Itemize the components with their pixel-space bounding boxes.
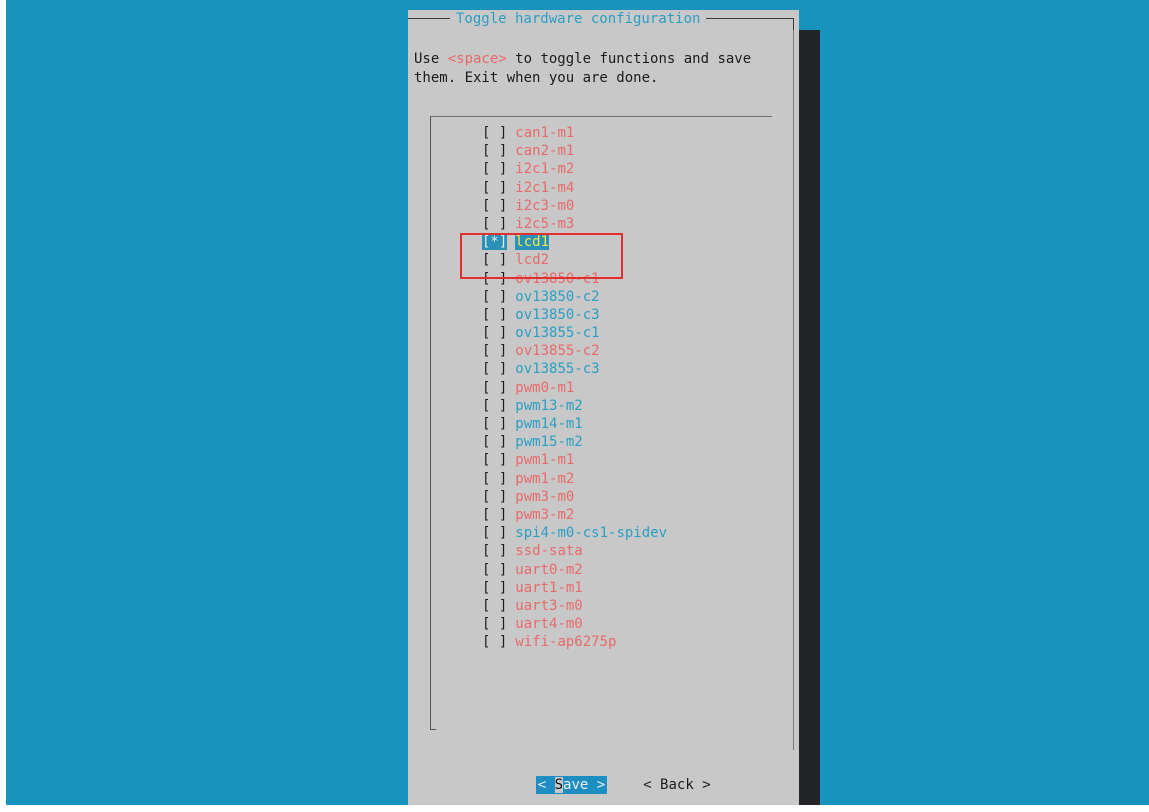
checklist-item-pwm15-m2[interactable]: [ ] pwm15-m2: [482, 433, 667, 451]
list-bottom-corner: [430, 729, 436, 730]
instruction-text: Use <space> to toggle functions and save…: [414, 50, 794, 88]
checkbox[interactable]: [ ]: [482, 489, 507, 505]
checkbox[interactable]: [ ]: [482, 616, 507, 632]
save-close-bracket: >: [596, 777, 606, 793]
checklist-item-ssd-sata[interactable]: [ ] ssd-sata: [482, 542, 667, 560]
checkbox[interactable]: [ ]: [482, 198, 507, 214]
checkbox[interactable]: [ ]: [482, 525, 507, 541]
save-button[interactable]: < Save >: [535, 776, 608, 794]
checkbox[interactable]: [ ]: [482, 452, 507, 468]
hardware-checklist: [ ] can1-m1 [ ] can2-m1 [ ] i2c1-m2 [ ] i2c1-m4…: [482, 124, 667, 651]
checklist-item-ov13855-c1[interactable]: [ ] ov13855-c1: [482, 324, 667, 342]
item-label: can1-m1: [515, 125, 575, 141]
item-label: i2c3-m0: [515, 197, 575, 214]
dialog-corner: [793, 18, 794, 30]
item-label: uart3-m0: [515, 597, 583, 614]
checkbox[interactable]: [ ]: [482, 471, 507, 487]
checklist-item-ov13855-c2[interactable]: [ ] ov13855-c2: [482, 342, 667, 360]
checkbox[interactable]: [ ]: [482, 380, 507, 396]
checklist-item-uart4-m0[interactable]: [ ] uart4-m0: [482, 615, 667, 633]
list-left-border: [430, 116, 431, 730]
item-label: pwm3-m2: [515, 506, 575, 523]
checkbox[interactable]: [ ]: [482, 343, 507, 359]
save-open-bracket: <: [537, 777, 547, 793]
item-label: pwm15-m2: [515, 434, 583, 451]
checklist-item-uart1-m1[interactable]: [ ] uart1-m1: [482, 579, 667, 597]
checklist-item-ov13850-c3[interactable]: [ ] ov13850-c3: [482, 306, 667, 324]
checklist-item-i2c1-m2[interactable]: [ ] i2c1-m2: [482, 160, 667, 178]
item-label: pwm14-m1: [515, 416, 583, 432]
item-label: uart1-m1: [515, 579, 583, 596]
item-label: ov13855-c1: [515, 325, 600, 342]
checkbox[interactable]: [ ]: [482, 180, 507, 196]
checkbox[interactable]: [ ]: [482, 634, 507, 650]
checklist-item-pwm1-m1[interactable]: [ ] pwm1-m1: [482, 451, 667, 469]
dialog-right-edge: [793, 30, 794, 750]
checkbox[interactable]: [ ]: [482, 325, 507, 341]
checklist-item-pwm0-m1[interactable]: [ ] pwm0-m1: [482, 379, 667, 397]
item-label: uart0-m2: [515, 561, 583, 578]
dialog-buttons: < Save > < Back >: [502, 758, 711, 812]
checkbox[interactable]: [ ]: [482, 598, 507, 614]
instruction-start: Use: [414, 51, 448, 67]
checklist-item-pwm3-m2[interactable]: [ ] pwm3-m2: [482, 506, 667, 524]
checkbox[interactable]: [ ]: [482, 289, 507, 305]
item-label: i2c5-m3: [515, 215, 575, 232]
checklist-item-pwm14-m1[interactable]: [ ] pwm14-m1: [482, 415, 667, 433]
checklist-item-uart3-m0[interactable]: [ ] uart3-m0: [482, 597, 667, 615]
checklist-item-wifi-ap6275p[interactable]: [ ] wifi-ap6275p: [482, 633, 667, 651]
item-label: pwm0-m1: [515, 379, 575, 396]
checklist-item-can1-m1[interactable]: [ ] can1-m1: [482, 124, 667, 142]
checkbox[interactable]: [ ]: [482, 216, 507, 232]
checklist-item-spi4-m0-cs1-spidev[interactable]: [ ] spi4-m0-cs1-spidev: [482, 524, 667, 542]
checklist-item-pwm13-m2[interactable]: [ ] pwm13-m2: [482, 397, 667, 415]
item-label: spi4-m0-cs1-spidev: [515, 525, 668, 542]
item-label: can2-m1: [515, 143, 575, 160]
checkbox[interactable]: [ ]: [482, 562, 507, 578]
checkbox[interactable]: [ ]: [482, 161, 507, 177]
checkbox[interactable]: [ ]: [482, 580, 507, 596]
item-label: ov13850-c2: [515, 288, 600, 305]
save-label: ave: [563, 777, 589, 793]
item-label: pwm1-m2: [515, 470, 575, 487]
item-label: ov13855-c2: [515, 343, 600, 360]
item-label: i2c1-m4: [515, 179, 575, 196]
item-label: ov13855-c3: [515, 361, 600, 378]
checklist-item-ov13850-c2[interactable]: [ ] ov13850-c2: [482, 288, 667, 306]
checklist-item-can2-m1[interactable]: [ ] can2-m1: [482, 142, 667, 160]
item-label: i2c1-m2: [515, 161, 575, 178]
space-key-label: <space>: [447, 51, 507, 67]
list-top-border: [430, 116, 772, 117]
item-label: uart4-m0: [515, 616, 583, 633]
checklist-item-uart0-m2[interactable]: [ ] uart0-m2: [482, 561, 667, 579]
checkbox[interactable]: [ ]: [482, 398, 507, 414]
checklist-item-pwm3-m0[interactable]: [ ] pwm3-m0: [482, 488, 667, 506]
annotation-highlight-box: [460, 233, 623, 279]
checkbox[interactable]: [ ]: [482, 416, 507, 432]
checkbox[interactable]: [ ]: [482, 543, 507, 559]
back-button[interactable]: < Back >: [643, 776, 710, 794]
item-label: pwm1-m1: [515, 452, 575, 469]
item-label: pwm13-m2: [515, 397, 583, 414]
item-label: ssd-sata: [515, 543, 583, 560]
save-hotkey: S: [554, 777, 564, 793]
checkbox[interactable]: [ ]: [482, 125, 507, 141]
checkbox[interactable]: [ ]: [482, 361, 507, 377]
checkbox[interactable]: [ ]: [482, 434, 507, 450]
checklist-item-pwm1-m2[interactable]: [ ] pwm1-m2: [482, 470, 667, 488]
checkbox[interactable]: [ ]: [482, 143, 507, 159]
checklist-item-i2c3-m0[interactable]: [ ] i2c3-m0: [482, 197, 667, 215]
checklist-item-ov13855-c3[interactable]: [ ] ov13855-c3: [482, 360, 667, 378]
checklist-item-i2c5-m3[interactable]: [ ] i2c5-m3: [482, 215, 667, 233]
dialog-title: Toggle hardware configuration: [450, 10, 707, 28]
checkbox[interactable]: [ ]: [482, 307, 507, 323]
item-label: wifi-ap6275p: [515, 634, 617, 651]
checkbox[interactable]: [ ]: [482, 507, 507, 523]
checklist-item-i2c1-m4[interactable]: [ ] i2c1-m4: [482, 179, 667, 197]
item-label: pwm3-m0: [515, 488, 575, 505]
item-label: ov13850-c3: [515, 306, 600, 323]
